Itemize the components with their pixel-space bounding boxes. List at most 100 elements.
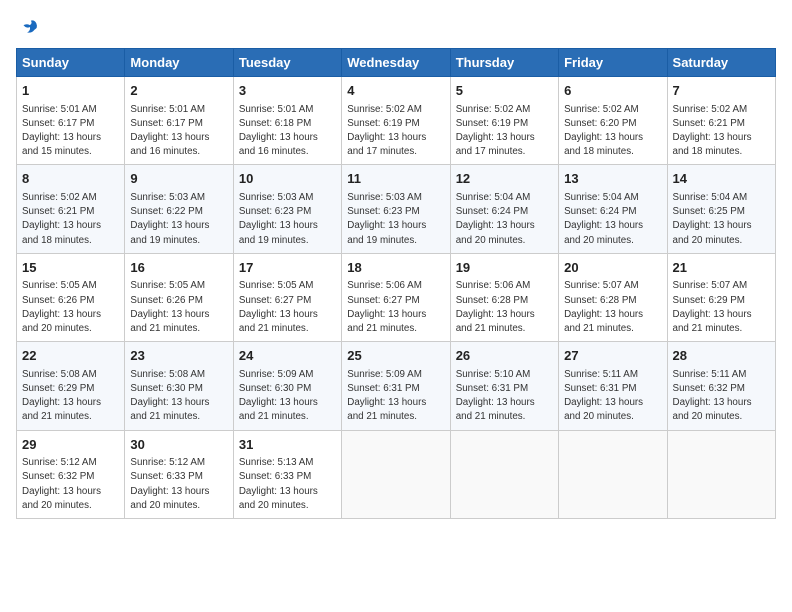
day-number: 29 bbox=[22, 436, 119, 454]
weekday-header-row: SundayMondayTuesdayWednesdayThursdayFrid… bbox=[17, 49, 776, 77]
calendar-cell: 7 Sunrise: 5:02 AMSunset: 6:21 PMDayligh… bbox=[667, 77, 775, 165]
calendar-cell: 4 Sunrise: 5:02 AMSunset: 6:19 PMDayligh… bbox=[342, 77, 450, 165]
day-info: Sunrise: 5:12 AMSunset: 6:32 PMDaylight:… bbox=[22, 457, 101, 511]
day-info: Sunrise: 5:04 AMSunset: 6:24 PMDaylight:… bbox=[456, 192, 535, 246]
calendar-cell bbox=[667, 430, 775, 518]
day-number: 24 bbox=[239, 347, 336, 365]
day-number: 31 bbox=[239, 436, 336, 454]
calendar-cell: 19 Sunrise: 5:06 AMSunset: 6:28 PMDaylig… bbox=[450, 253, 558, 341]
weekday-header-sunday: Sunday bbox=[17, 49, 125, 77]
day-number: 4 bbox=[347, 82, 444, 100]
day-info: Sunrise: 5:02 AMSunset: 6:19 PMDaylight:… bbox=[347, 104, 426, 158]
day-info: Sunrise: 5:09 AMSunset: 6:31 PMDaylight:… bbox=[347, 369, 426, 423]
day-number: 8 bbox=[22, 170, 119, 188]
day-info: Sunrise: 5:03 AMSunset: 6:22 PMDaylight:… bbox=[130, 192, 209, 246]
day-info: Sunrise: 5:12 AMSunset: 6:33 PMDaylight:… bbox=[130, 457, 209, 511]
calendar-cell: 15 Sunrise: 5:05 AMSunset: 6:26 PMDaylig… bbox=[17, 253, 125, 341]
day-number: 22 bbox=[22, 347, 119, 365]
day-info: Sunrise: 5:13 AMSunset: 6:33 PMDaylight:… bbox=[239, 457, 318, 511]
calendar-week-3: 15 Sunrise: 5:05 AMSunset: 6:26 PMDaylig… bbox=[17, 253, 776, 341]
day-info: Sunrise: 5:02 AMSunset: 6:21 PMDaylight:… bbox=[673, 104, 752, 158]
day-number: 9 bbox=[130, 170, 227, 188]
calendar-cell bbox=[559, 430, 667, 518]
calendar-cell: 6 Sunrise: 5:02 AMSunset: 6:20 PMDayligh… bbox=[559, 77, 667, 165]
day-number: 20 bbox=[564, 259, 661, 277]
calendar-cell bbox=[450, 430, 558, 518]
calendar-cell: 14 Sunrise: 5:04 AMSunset: 6:25 PMDaylig… bbox=[667, 165, 775, 253]
calendar-cell: 27 Sunrise: 5:11 AMSunset: 6:31 PMDaylig… bbox=[559, 342, 667, 430]
calendar-cell: 26 Sunrise: 5:10 AMSunset: 6:31 PMDaylig… bbox=[450, 342, 558, 430]
calendar-cell: 24 Sunrise: 5:09 AMSunset: 6:30 PMDaylig… bbox=[233, 342, 341, 430]
calendar-cell: 17 Sunrise: 5:05 AMSunset: 6:27 PMDaylig… bbox=[233, 253, 341, 341]
day-info: Sunrise: 5:07 AMSunset: 6:29 PMDaylight:… bbox=[673, 280, 752, 334]
calendar-week-1: 1 Sunrise: 5:01 AMSunset: 6:17 PMDayligh… bbox=[17, 77, 776, 165]
day-number: 7 bbox=[673, 82, 770, 100]
day-number: 5 bbox=[456, 82, 553, 100]
day-number: 13 bbox=[564, 170, 661, 188]
calendar-cell: 16 Sunrise: 5:05 AMSunset: 6:26 PMDaylig… bbox=[125, 253, 233, 341]
calendar-cell: 10 Sunrise: 5:03 AMSunset: 6:23 PMDaylig… bbox=[233, 165, 341, 253]
day-info: Sunrise: 5:01 AMSunset: 6:17 PMDaylight:… bbox=[22, 104, 101, 158]
calendar-table: SundayMondayTuesdayWednesdayThursdayFrid… bbox=[16, 48, 776, 519]
day-number: 21 bbox=[673, 259, 770, 277]
day-number: 6 bbox=[564, 82, 661, 100]
day-info: Sunrise: 5:06 AMSunset: 6:28 PMDaylight:… bbox=[456, 280, 535, 334]
day-number: 18 bbox=[347, 259, 444, 277]
day-info: Sunrise: 5:03 AMSunset: 6:23 PMDaylight:… bbox=[239, 192, 318, 246]
day-info: Sunrise: 5:11 AMSunset: 6:32 PMDaylight:… bbox=[673, 369, 752, 423]
day-number: 3 bbox=[239, 82, 336, 100]
day-info: Sunrise: 5:02 AMSunset: 6:20 PMDaylight:… bbox=[564, 104, 643, 158]
calendar-cell: 22 Sunrise: 5:08 AMSunset: 6:29 PMDaylig… bbox=[17, 342, 125, 430]
calendar-cell: 18 Sunrise: 5:06 AMSunset: 6:27 PMDaylig… bbox=[342, 253, 450, 341]
weekday-header-monday: Monday bbox=[125, 49, 233, 77]
header bbox=[16, 16, 776, 38]
day-info: Sunrise: 5:02 AMSunset: 6:21 PMDaylight:… bbox=[22, 192, 101, 246]
day-info: Sunrise: 5:06 AMSunset: 6:27 PMDaylight:… bbox=[347, 280, 426, 334]
calendar-week-4: 22 Sunrise: 5:08 AMSunset: 6:29 PMDaylig… bbox=[17, 342, 776, 430]
weekday-header-thursday: Thursday bbox=[450, 49, 558, 77]
logo-bird-icon bbox=[18, 16, 40, 38]
logo bbox=[16, 16, 42, 38]
day-info: Sunrise: 5:10 AMSunset: 6:31 PMDaylight:… bbox=[456, 369, 535, 423]
weekday-header-wednesday: Wednesday bbox=[342, 49, 450, 77]
day-info: Sunrise: 5:08 AMSunset: 6:30 PMDaylight:… bbox=[130, 369, 209, 423]
weekday-header-tuesday: Tuesday bbox=[233, 49, 341, 77]
day-info: Sunrise: 5:08 AMSunset: 6:29 PMDaylight:… bbox=[22, 369, 101, 423]
day-number: 10 bbox=[239, 170, 336, 188]
day-number: 27 bbox=[564, 347, 661, 365]
day-number: 17 bbox=[239, 259, 336, 277]
calendar-cell: 31 Sunrise: 5:13 AMSunset: 6:33 PMDaylig… bbox=[233, 430, 341, 518]
calendar-cell: 11 Sunrise: 5:03 AMSunset: 6:23 PMDaylig… bbox=[342, 165, 450, 253]
weekday-header-saturday: Saturday bbox=[667, 49, 775, 77]
day-number: 25 bbox=[347, 347, 444, 365]
calendar-cell: 25 Sunrise: 5:09 AMSunset: 6:31 PMDaylig… bbox=[342, 342, 450, 430]
day-info: Sunrise: 5:01 AMSunset: 6:17 PMDaylight:… bbox=[130, 104, 209, 158]
day-number: 14 bbox=[673, 170, 770, 188]
day-info: Sunrise: 5:02 AMSunset: 6:19 PMDaylight:… bbox=[456, 104, 535, 158]
calendar-cell bbox=[342, 430, 450, 518]
calendar-cell: 5 Sunrise: 5:02 AMSunset: 6:19 PMDayligh… bbox=[450, 77, 558, 165]
day-number: 23 bbox=[130, 347, 227, 365]
calendar-cell: 29 Sunrise: 5:12 AMSunset: 6:32 PMDaylig… bbox=[17, 430, 125, 518]
day-info: Sunrise: 5:03 AMSunset: 6:23 PMDaylight:… bbox=[347, 192, 426, 246]
day-number: 30 bbox=[130, 436, 227, 454]
calendar-cell: 28 Sunrise: 5:11 AMSunset: 6:32 PMDaylig… bbox=[667, 342, 775, 430]
calendar-cell: 12 Sunrise: 5:04 AMSunset: 6:24 PMDaylig… bbox=[450, 165, 558, 253]
day-info: Sunrise: 5:04 AMSunset: 6:25 PMDaylight:… bbox=[673, 192, 752, 246]
calendar-cell: 3 Sunrise: 5:01 AMSunset: 6:18 PMDayligh… bbox=[233, 77, 341, 165]
day-number: 15 bbox=[22, 259, 119, 277]
day-info: Sunrise: 5:11 AMSunset: 6:31 PMDaylight:… bbox=[564, 369, 643, 423]
calendar-cell: 13 Sunrise: 5:04 AMSunset: 6:24 PMDaylig… bbox=[559, 165, 667, 253]
day-number: 1 bbox=[22, 82, 119, 100]
calendar-cell: 1 Sunrise: 5:01 AMSunset: 6:17 PMDayligh… bbox=[17, 77, 125, 165]
day-number: 2 bbox=[130, 82, 227, 100]
day-number: 19 bbox=[456, 259, 553, 277]
calendar-cell: 2 Sunrise: 5:01 AMSunset: 6:17 PMDayligh… bbox=[125, 77, 233, 165]
calendar-cell: 20 Sunrise: 5:07 AMSunset: 6:28 PMDaylig… bbox=[559, 253, 667, 341]
day-info: Sunrise: 5:04 AMSunset: 6:24 PMDaylight:… bbox=[564, 192, 643, 246]
day-number: 28 bbox=[673, 347, 770, 365]
day-info: Sunrise: 5:05 AMSunset: 6:27 PMDaylight:… bbox=[239, 280, 318, 334]
day-info: Sunrise: 5:07 AMSunset: 6:28 PMDaylight:… bbox=[564, 280, 643, 334]
day-number: 12 bbox=[456, 170, 553, 188]
calendar-week-2: 8 Sunrise: 5:02 AMSunset: 6:21 PMDayligh… bbox=[17, 165, 776, 253]
